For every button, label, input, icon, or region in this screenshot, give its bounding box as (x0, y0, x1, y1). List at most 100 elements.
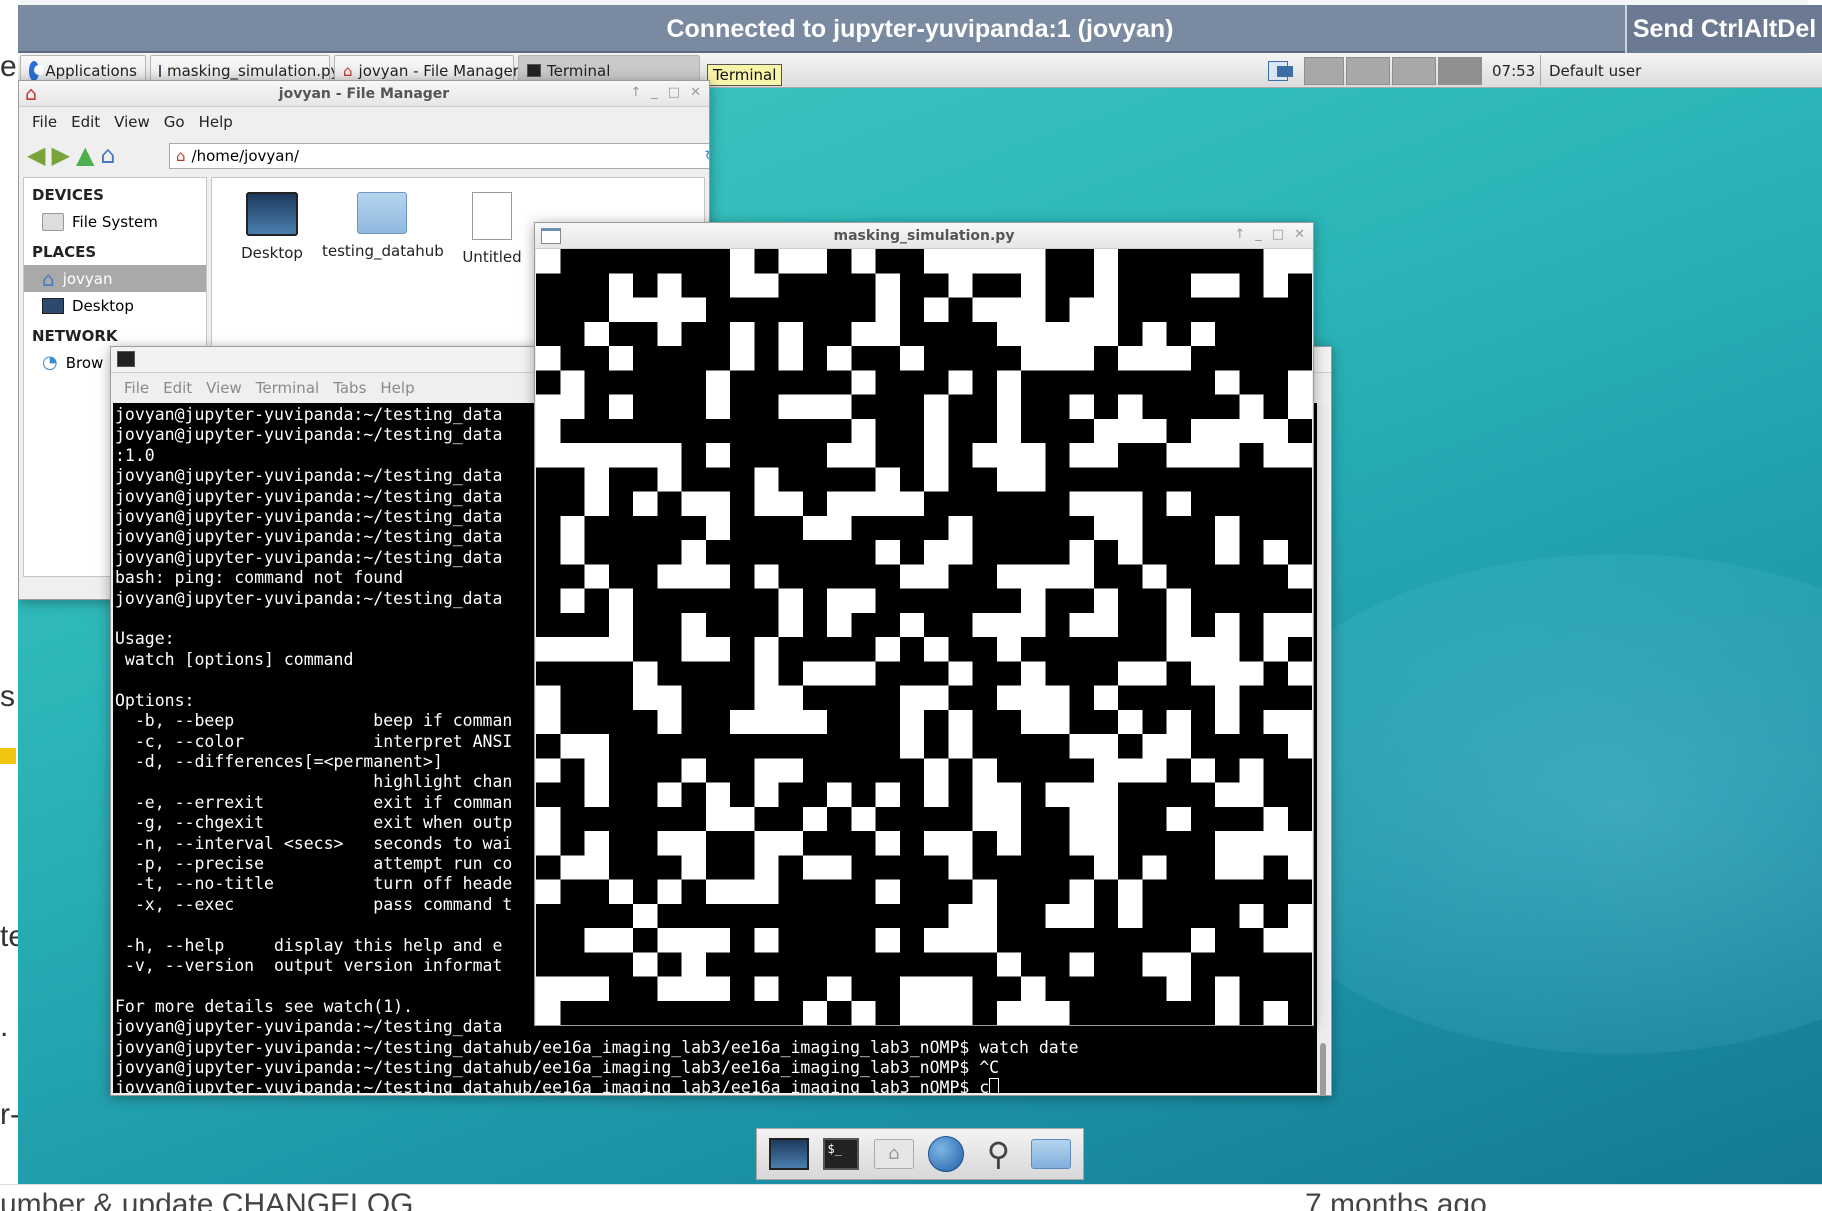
mask-pixel (924, 467, 949, 492)
sidebar-item-file-system[interactable]: File System (24, 208, 206, 235)
menu-terminal[interactable]: Terminal (249, 375, 326, 401)
mask-pixel (802, 249, 827, 274)
mask-pixel (681, 928, 706, 953)
mask-pixel (608, 346, 633, 371)
forward-arrow-icon[interactable]: ▶ (51, 141, 69, 169)
dock-web-browser[interactable] (924, 1134, 968, 1174)
dock-folder[interactable] (1029, 1134, 1073, 1174)
masking-simulation-window[interactable]: masking_simulation.py ↑ _ □ ✕ (534, 222, 1314, 1026)
mask-pixel (705, 491, 730, 516)
mask-pixel (1239, 758, 1264, 783)
dock-search[interactable]: ⚲ (976, 1134, 1020, 1174)
mask-pixel (996, 637, 1021, 662)
clock[interactable]: 07:53 (1484, 55, 1543, 86)
workspace-4[interactable] (1438, 57, 1482, 85)
menu-view[interactable]: View (107, 109, 157, 135)
location-bar[interactable]: ⌂ /home/jovyan/ ↻ (169, 143, 709, 169)
close-button[interactable]: ✕ (690, 85, 701, 100)
mask-pixel (536, 831, 561, 856)
minimize-button[interactable]: _ (1255, 227, 1262, 242)
sidebar-item-jovyan[interactable]: ⌂ jovyan (24, 265, 206, 292)
mask-pixel (1142, 952, 1167, 977)
mask-pixel (1021, 612, 1046, 637)
mask-pixel (802, 709, 827, 734)
mask-pixel (754, 782, 779, 807)
mask-pixel (1045, 564, 1070, 589)
workspace-2[interactable] (1346, 57, 1390, 85)
reload-icon[interactable]: ↻ (704, 147, 709, 165)
mask-pixel (608, 297, 633, 322)
mask-pixel (633, 952, 658, 977)
workspace-3[interactable] (1392, 57, 1436, 85)
mask-pixel (705, 515, 730, 540)
file-item-desktop[interactable]: Desktop (212, 192, 332, 262)
mask-pixel (1190, 443, 1215, 468)
menu-file[interactable]: File (117, 375, 156, 401)
sticky-button[interactable]: ↑ (630, 85, 641, 100)
menu-go[interactable]: Go (157, 109, 192, 135)
mask-pixel (778, 249, 803, 274)
mask-pixel (1287, 443, 1312, 468)
terminal-prompt-line[interactable]: jovyan@jupyter-yuvipanda:~/testing_datah… (115, 1078, 1315, 1093)
mask-pixel (1263, 831, 1288, 856)
maximize-button[interactable]: □ (1272, 227, 1284, 242)
mask-pixel (972, 903, 997, 928)
workspace-1[interactable] (1304, 57, 1344, 85)
remote-desktop[interactable]: Applications masking_simulation.py ⌂ jov… (18, 54, 1822, 1184)
dock-show-desktop[interactable] (767, 1134, 811, 1174)
user-menu[interactable]: Default user (1540, 55, 1649, 86)
close-button[interactable]: ✕ (1294, 227, 1305, 242)
mask-pixel (1166, 443, 1191, 468)
menu-edit[interactable]: Edit (156, 375, 199, 401)
mask-pixel (851, 418, 876, 443)
mask-pixel (1069, 443, 1094, 468)
mask-pixel (1118, 758, 1143, 783)
mask-pixel (1166, 976, 1191, 1001)
mask-pixel (560, 976, 585, 1001)
mask-pixel (608, 637, 633, 662)
mask-pixel (584, 734, 609, 759)
mask-pixel (827, 782, 852, 807)
mask-pixel (1263, 273, 1288, 298)
dock-terminal[interactable]: $_ (819, 1134, 863, 1174)
menu-help[interactable]: Help (192, 109, 240, 135)
mask-pixel (1093, 831, 1118, 856)
desktop-icon (42, 297, 64, 314)
document-icon (472, 192, 512, 240)
mask-pixel (1190, 661, 1215, 686)
bg-commit-message[interactable]: umber & update CHANGELOG (0, 1188, 414, 1211)
scrollbar-thumb[interactable] (1320, 1043, 1326, 1095)
mask-pixel (1215, 685, 1240, 710)
menu-view[interactable]: View (199, 375, 249, 401)
show-desktop-button[interactable] (1260, 55, 1296, 86)
sidebar-item-desktop[interactable]: Desktop (24, 292, 206, 319)
mask-pixel (560, 540, 585, 565)
mask-pixel (1239, 782, 1264, 807)
terminal-tooltip: Terminal (707, 64, 783, 86)
file-item-testing-datahub[interactable]: testing_datahub (322, 192, 444, 260)
mask-pixel (1021, 443, 1046, 468)
dock-home-folder[interactable]: ⌂ (872, 1134, 916, 1174)
mask-pixel (608, 394, 633, 419)
up-arrow-icon[interactable]: ▲ (76, 141, 94, 169)
masking-titlebar[interactable]: masking_simulation.py ↑ _ □ ✕ (535, 223, 1313, 249)
mask-pixel (754, 758, 779, 783)
workspace-icon (1268, 60, 1293, 81)
menu-help[interactable]: Help (373, 375, 421, 401)
menu-file[interactable]: File (25, 109, 64, 135)
terminal-scrollbar[interactable] (1317, 403, 1329, 1095)
file-manager-titlebar[interactable]: ⌂ jovyan - File Manager ↑ _ □ ✕ (19, 81, 709, 107)
menu-edit[interactable]: Edit (64, 109, 107, 135)
maximize-button[interactable]: □ (668, 85, 680, 100)
send-ctrl-alt-del-button[interactable]: Send CtrlAltDel (1625, 5, 1822, 53)
home-button-icon[interactable]: ⌂ (100, 141, 115, 169)
menu-tabs[interactable]: Tabs (326, 375, 373, 401)
mask-pixel (972, 297, 997, 322)
minimize-button[interactable]: _ (651, 85, 658, 100)
mask-pixel (802, 806, 827, 831)
mask-pixel (827, 612, 852, 637)
sticky-button[interactable]: ↑ (1234, 227, 1245, 242)
mask-pixel (899, 612, 924, 637)
vnc-status-bar: Connected to jupyter-yuvipanda:1 (jovyan… (18, 5, 1822, 53)
back-arrow-icon[interactable]: ◀ (27, 141, 45, 169)
